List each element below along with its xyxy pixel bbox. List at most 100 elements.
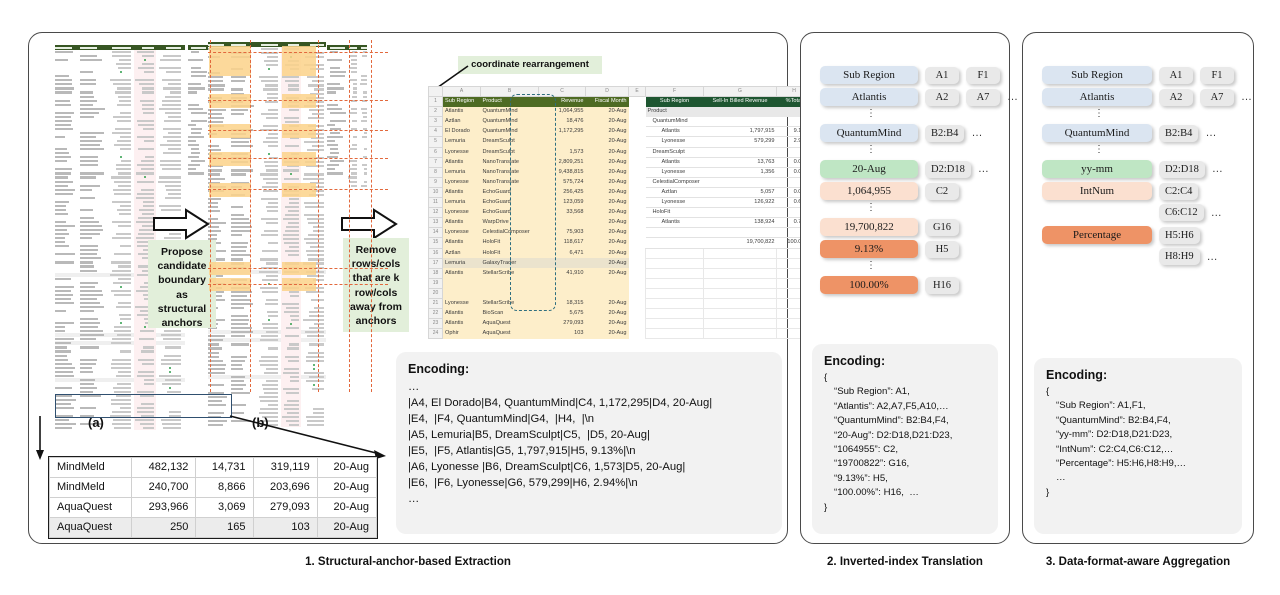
cell-D20[interactable] bbox=[585, 288, 629, 299]
cell-B24[interactable]: AquaQuest bbox=[480, 328, 539, 339]
cell-A21[interactable]: Lyonesse bbox=[442, 298, 481, 309]
detail-cell-month[interactable]: 20-Aug bbox=[316, 517, 378, 538]
detail-cell-product[interactable]: AquaQuest bbox=[48, 497, 133, 518]
cell-A18[interactable]: Atlantis bbox=[442, 268, 481, 279]
table-row[interactable]: MindMeld 240,700 8,866 203,696 20-Aug bbox=[48, 477, 378, 498]
cell-A6[interactable]: Lyonesse bbox=[442, 147, 481, 158]
detail-cell-product[interactable]: MindMeld bbox=[48, 477, 133, 498]
cell-D4[interactable]: 20-Aug bbox=[585, 126, 629, 137]
table-row[interactable]: 11 Lemuria EchoGuard 123,059 20-Aug Lyonesse 1… bbox=[428, 197, 812, 209]
pivot-cell[interactable] bbox=[703, 247, 777, 259]
cell-B23[interactable]: AquaQuest bbox=[480, 318, 539, 329]
index-key-chip[interactable]: QuantumMind bbox=[1042, 124, 1152, 142]
detail-cell-v2[interactable]: 8,866 bbox=[195, 477, 254, 498]
cell-D24[interactable]: 20-Aug bbox=[585, 328, 629, 339]
cell-D21[interactable]: 20-Aug bbox=[585, 298, 629, 309]
cell-C24[interactable]: 103 bbox=[538, 328, 586, 339]
cell-reference-chip[interactable]: G16 bbox=[925, 218, 959, 236]
pivot-cell[interactable] bbox=[703, 297, 777, 310]
pivot-root-label[interactable]: Product bbox=[645, 106, 704, 117]
cell-reference-chip[interactable]: A1 bbox=[1159, 66, 1193, 84]
pivot-cell[interactable] bbox=[703, 267, 777, 279]
cell-reference-chip[interactable]: D2:D18 bbox=[925, 160, 971, 178]
cell-A23[interactable]: Atlantis bbox=[442, 318, 481, 329]
table-row[interactable]: 2 Atlantis QuantumMind 1,064,955 20-Aug Produ… bbox=[428, 106, 812, 118]
pivot-region[interactable]: Aztlan bbox=[645, 187, 704, 199]
pivot-cell[interactable] bbox=[645, 227, 704, 239]
detail-table[interactable]: MindMeld 482,132 14,731 319,119 20-Aug MindMe… bbox=[48, 456, 378, 539]
table-row[interactable]: 8 Lemuria NanoTranslate 9,438,815 20-Aug Lyon… bbox=[428, 166, 812, 178]
pivot-cell[interactable] bbox=[703, 147, 777, 158]
table-row[interactable]: 23 Atlantis AquaQuest 279,093 20-Aug bbox=[428, 318, 812, 330]
pivot-product[interactable]: CelestialComposer bbox=[645, 177, 704, 188]
table-row[interactable]: 20 bbox=[428, 287, 812, 299]
cell-D12[interactable]: 20-Aug bbox=[585, 207, 629, 218]
cell-D3[interactable]: 20-Aug bbox=[585, 116, 629, 127]
cell-A2[interactable]: Atlantis bbox=[442, 106, 481, 117]
detail-cell-product[interactable]: MindMeld bbox=[48, 457, 133, 478]
detail-cell-v1[interactable]: 293,966 bbox=[131, 497, 197, 518]
cell-D9[interactable]: 20-Aug bbox=[585, 177, 629, 188]
cell-D7[interactable]: 20-Aug bbox=[585, 157, 629, 168]
cell-A24[interactable]: Ophir bbox=[442, 328, 481, 339]
pivot-region[interactable]: Lyonesse bbox=[645, 136, 704, 148]
cell-D5[interactable]: 20-Aug bbox=[585, 136, 629, 148]
detail-cell-month[interactable]: 20-Aug bbox=[316, 477, 378, 498]
table-row[interactable]: 24 Ophir AquaQuest 103 20-Aug bbox=[428, 328, 812, 340]
cell-reference-chip[interactable]: A7 bbox=[966, 88, 1000, 106]
pivot-product[interactable]: DreamSculpt bbox=[645, 147, 704, 158]
detail-cell-product[interactable]: AquaQuest bbox=[48, 517, 133, 538]
cell-reference-chip[interactable]: A7 bbox=[1200, 88, 1234, 106]
table-row[interactable]: 3 Aztlan QuantumMind 18,476 20-Aug QuantumMin… bbox=[428, 116, 812, 128]
pivot-cell[interactable] bbox=[645, 287, 704, 299]
detail-cell-v2[interactable]: 3,069 bbox=[195, 497, 254, 518]
cell-D16[interactable]: 20-Aug bbox=[585, 248, 629, 259]
pivot-revenue[interactable]: 5,057 bbox=[703, 187, 777, 199]
pivot-cell[interactable] bbox=[703, 318, 777, 330]
table-row[interactable]: 1 Sub Region Product Revenue Fiscal Month Sub… bbox=[428, 96, 812, 108]
cell-A8[interactable]: Lemuria bbox=[442, 167, 481, 178]
cell-reference-chip[interactable]: H16 bbox=[925, 276, 959, 294]
pivot-grand-total-revenue[interactable]: 19,700,822 bbox=[703, 237, 777, 249]
cell-D6[interactable]: 20-Aug bbox=[585, 147, 629, 158]
detail-cell-month[interactable]: 20-Aug bbox=[316, 457, 378, 478]
pivot-cell[interactable] bbox=[703, 277, 777, 289]
index-key-chip[interactable]: 100.00% bbox=[820, 276, 918, 294]
pivot-cell[interactable] bbox=[703, 116, 777, 128]
cell-D14[interactable]: 20-Aug bbox=[585, 227, 629, 238]
pivot-cell[interactable] bbox=[645, 328, 704, 340]
index-key-chip[interactable]: 1,064,955 bbox=[820, 182, 918, 200]
cell-A20[interactable] bbox=[442, 288, 481, 299]
detail-cell-v1[interactable]: 240,700 bbox=[131, 477, 197, 498]
pivot-cell[interactable] bbox=[703, 106, 777, 117]
table-row[interactable]: 12 Lyonesse EchoGuard 33,568 20-Aug HoloFit bbox=[428, 207, 812, 219]
detail-cell-v3[interactable]: 103 bbox=[252, 517, 318, 538]
table-row[interactable]: 17 Lemuria GalaxyTrader 20-Aug bbox=[428, 257, 812, 269]
cell-A11[interactable]: Lemuria bbox=[442, 197, 481, 208]
cell-reference-chip[interactable]: C2:C4 bbox=[1159, 182, 1199, 200]
cell-reference-chip[interactable]: H5:H6 bbox=[1159, 226, 1200, 244]
index-key-chip[interactable]: 9.13% bbox=[820, 240, 918, 258]
cell-D22[interactable]: 20-Aug bbox=[585, 308, 629, 319]
pivot-cell[interactable] bbox=[703, 227, 777, 239]
cell-A1[interactable]: Sub Region bbox=[442, 96, 481, 107]
table-row[interactable]: MindMeld 482,132 14,731 319,119 20-Aug bbox=[48, 457, 378, 478]
index-key-chip[interactable]: QuantumMind bbox=[820, 124, 918, 142]
cell-reference-chip[interactable]: D2:D18 bbox=[1159, 160, 1205, 178]
pivot-cell[interactable] bbox=[645, 308, 704, 320]
cell-D18[interactable]: 20-Aug bbox=[585, 268, 629, 279]
cell-D1[interactable]: Fiscal Month bbox=[585, 96, 629, 107]
table-row[interactable]: 16 Aztlan HoloFit 6,471 20-Aug bbox=[428, 247, 812, 259]
cell-D15[interactable]: 20-Aug bbox=[585, 237, 629, 248]
index-key-chip[interactable]: 19,700,822 bbox=[820, 218, 918, 236]
table-row[interactable]: 5 Lemuria DreamSculpt 20-Aug Lyonesse 579,299… bbox=[428, 136, 812, 148]
table-row[interactable]: 6 Lyonesse DreamSculpt 1,573 20-Aug DreamScul… bbox=[428, 146, 812, 158]
pivot-revenue[interactable]: 1,797,915 bbox=[703, 126, 777, 138]
pivot-cell[interactable] bbox=[645, 237, 704, 249]
table-row[interactable]: 7 Atlantis NanoTranslate 2,809,251 20-Aug Atl… bbox=[428, 156, 812, 168]
pivot-cell[interactable] bbox=[703, 177, 777, 188]
cell-A14[interactable]: Lyonesse bbox=[442, 227, 481, 238]
pivot-revenue[interactable]: 1,356 bbox=[703, 167, 777, 178]
detail-cell-v1[interactable]: 250 bbox=[131, 517, 197, 538]
pivot-revenue[interactable]: 579,299 bbox=[703, 136, 777, 148]
